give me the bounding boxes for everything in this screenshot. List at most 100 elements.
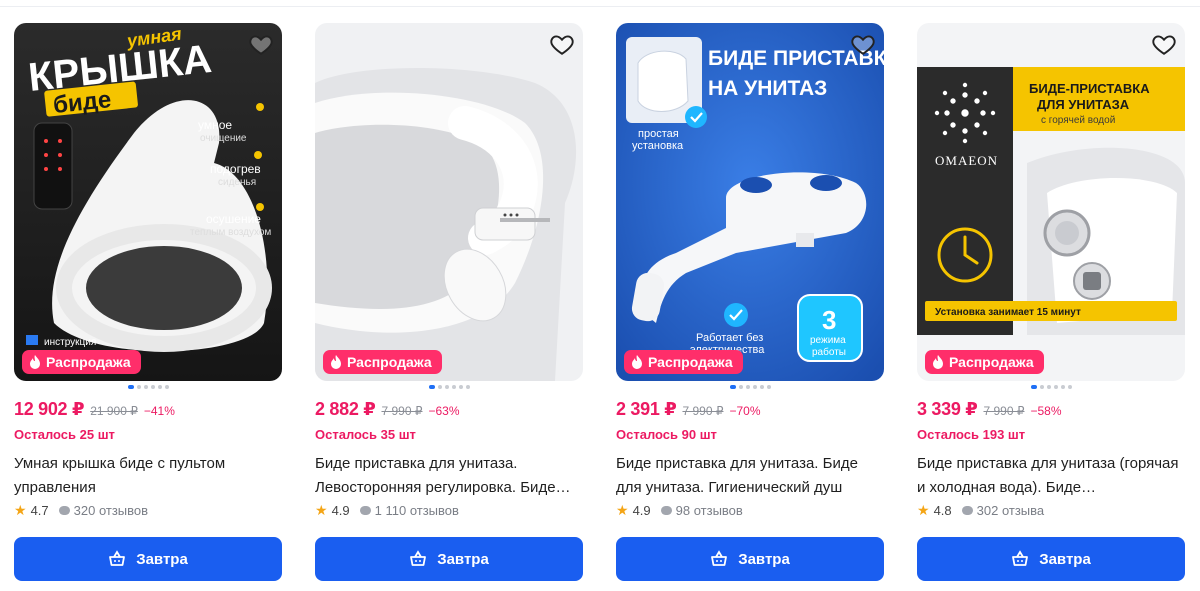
star-icon: ★ bbox=[14, 502, 27, 518]
basket-icon bbox=[410, 550, 427, 566]
stock-left: Осталось 35 шт bbox=[315, 427, 416, 442]
svg-text:с горячей водой: с горячей водой bbox=[1041, 115, 1115, 126]
sale-badge: Распродажа bbox=[624, 350, 743, 374]
pagination-dot[interactable] bbox=[151, 385, 155, 389]
rating-row: ★ 4.7 320 отзывов bbox=[14, 502, 148, 519]
image-pagination[interactable] bbox=[429, 385, 470, 389]
add-to-cart-button[interactable]: Завтра bbox=[315, 537, 583, 581]
chat-bubble-icon bbox=[660, 506, 672, 515]
add-to-cart-button[interactable]: Завтра bbox=[14, 537, 282, 581]
pagination-dot[interactable] bbox=[165, 385, 169, 389]
rating-value: 4.7 bbox=[30, 503, 49, 518]
product-card[interactable]: умная КРЫШКА биде умное очищение подогре… bbox=[14, 23, 282, 583]
pagination-dot[interactable] bbox=[746, 385, 750, 389]
pagination-dot[interactable] bbox=[1031, 385, 1037, 389]
svg-text:очищение: очищение bbox=[200, 133, 247, 144]
reviews-count: 1 110 отзывов bbox=[374, 503, 459, 518]
product-card[interactable]: Распродажа 2 882 ₽ 7 990 ₽ −63% Осталось… bbox=[315, 23, 583, 583]
product-title[interactable]: Биде приставка для унитаза. Биде для уни… bbox=[616, 452, 884, 500]
product-title[interactable]: Умная крышка биде с пультом управления bbox=[14, 452, 282, 500]
pagination-dot[interactable] bbox=[158, 385, 162, 389]
old-price: 21 900 ₽ bbox=[90, 404, 138, 418]
pagination-dot[interactable] bbox=[767, 385, 771, 389]
product-image[interactable]: БИДЕ ПРИСТАВКА НА УНИТАЗ простая установ… bbox=[616, 23, 884, 381]
rating-row: ★ 4.9 1 110 отзывов bbox=[315, 502, 459, 519]
pagination-dot[interactable] bbox=[459, 385, 463, 389]
heart-icon[interactable] bbox=[1151, 31, 1177, 57]
svg-text:сиденья: сиденья bbox=[218, 177, 256, 188]
pagination-dot[interactable] bbox=[438, 385, 442, 389]
add-to-cart-button[interactable]: Завтра bbox=[917, 537, 1185, 581]
reviews-link[interactable]: 1 110 отзывов bbox=[359, 503, 459, 518]
flame-icon bbox=[30, 355, 40, 369]
discount: −63% bbox=[428, 404, 460, 418]
pagination-dot[interactable] bbox=[730, 385, 736, 389]
chat-bubble-icon bbox=[961, 506, 973, 515]
reviews-count: 302 отзыва bbox=[976, 503, 1045, 518]
pagination-dot[interactable] bbox=[1068, 385, 1072, 389]
pagination-dot[interactable] bbox=[1061, 385, 1065, 389]
pagination-dot[interactable] bbox=[1047, 385, 1051, 389]
image-pagination[interactable] bbox=[1031, 385, 1072, 389]
old-price: 7 990 ₽ bbox=[983, 404, 1025, 418]
pagination-dot[interactable] bbox=[429, 385, 435, 389]
top-divider bbox=[0, 6, 1200, 7]
rating-value: 4.9 bbox=[632, 503, 651, 518]
pagination-dot[interactable] bbox=[144, 385, 148, 389]
svg-text:OMAEON: OMAEON bbox=[935, 153, 998, 168]
chat-bubble-icon bbox=[58, 506, 70, 515]
chat-bubble-icon bbox=[359, 506, 371, 515]
pagination-dot[interactable] bbox=[466, 385, 470, 389]
pagination-dot[interactable] bbox=[739, 385, 743, 389]
price-row: 12 902 ₽ 21 900 ₽ −41% bbox=[14, 399, 175, 420]
svg-text:НА УНИТАЗ: НА УНИТАЗ bbox=[708, 77, 827, 100]
heart-icon[interactable] bbox=[850, 31, 876, 57]
product-image[interactable]: OMAEON БИДЕ-ПРИСТАВКА ДЛЯ УНИТАЗА с горя… bbox=[917, 23, 1185, 381]
flame-icon bbox=[933, 355, 943, 369]
pagination-dot[interactable] bbox=[137, 385, 141, 389]
reviews-link[interactable]: 320 отзывов bbox=[58, 503, 148, 518]
svg-text:умное: умное bbox=[198, 118, 232, 132]
pagination-dot[interactable] bbox=[452, 385, 456, 389]
product-card[interactable]: OMAEON БИДЕ-ПРИСТАВКА ДЛЯ УНИТАЗА с горя… bbox=[917, 23, 1185, 583]
rating-value: 4.8 bbox=[933, 503, 952, 518]
svg-text:осушение: осушение bbox=[206, 212, 261, 226]
product-title[interactable]: Биде приставка для унитаза (горячая и хо… bbox=[917, 452, 1185, 500]
pagination-dot[interactable] bbox=[1040, 385, 1044, 389]
pagination-dot[interactable] bbox=[128, 385, 134, 389]
old-price: 7 990 ₽ bbox=[682, 404, 724, 418]
sale-badge: Распродажа bbox=[925, 350, 1044, 374]
product-image[interactable]: умная КРЫШКА биде умное очищение подогре… bbox=[14, 23, 282, 381]
image-pagination[interactable] bbox=[128, 385, 169, 389]
product-image[interactable]: Распродажа bbox=[315, 23, 583, 381]
product-title[interactable]: Биде приставка для унитаза. Левостороння… bbox=[315, 452, 583, 500]
svg-text:ДЛЯ УНИТАЗА: ДЛЯ УНИТАЗА bbox=[1037, 97, 1130, 112]
svg-text:установка: установка bbox=[632, 140, 684, 152]
add-to-cart-button[interactable]: Завтра bbox=[616, 537, 884, 581]
pagination-dot[interactable] bbox=[753, 385, 757, 389]
product-card[interactable]: БИДЕ ПРИСТАВКА НА УНИТАЗ простая установ… bbox=[616, 23, 884, 583]
basket-icon bbox=[711, 550, 728, 566]
delivery-label: Завтра bbox=[1039, 550, 1091, 568]
discount: −58% bbox=[1030, 404, 1062, 418]
stock-left: Осталось 193 шт bbox=[917, 427, 1026, 442]
heart-icon[interactable] bbox=[248, 31, 274, 57]
pagination-dot[interactable] bbox=[445, 385, 449, 389]
delivery-label: Завтра bbox=[437, 550, 489, 568]
product-photo-bidet-blue: БИДЕ ПРИСТАВКА НА УНИТАЗ простая установ… bbox=[616, 23, 884, 381]
heart-icon[interactable] bbox=[549, 31, 575, 57]
current-price: 2 882 ₽ bbox=[315, 399, 376, 419]
reviews-link[interactable]: 302 отзыва bbox=[961, 503, 1045, 518]
basket-icon bbox=[1012, 550, 1029, 566]
star-icon: ★ bbox=[917, 502, 930, 518]
svg-text:БИДЕ-ПРИСТАВКА: БИДЕ-ПРИСТАВКА bbox=[1029, 81, 1150, 96]
image-pagination[interactable] bbox=[730, 385, 771, 389]
discount: −70% bbox=[729, 404, 761, 418]
svg-text:теплым воздухом: теплым воздухом bbox=[190, 227, 271, 238]
pagination-dot[interactable] bbox=[1054, 385, 1058, 389]
svg-text:3: 3 bbox=[822, 305, 836, 335]
pagination-dot[interactable] bbox=[760, 385, 764, 389]
rating-row: ★ 4.9 98 отзывов bbox=[616, 502, 743, 519]
flame-icon bbox=[632, 355, 642, 369]
reviews-link[interactable]: 98 отзывов bbox=[660, 503, 743, 518]
